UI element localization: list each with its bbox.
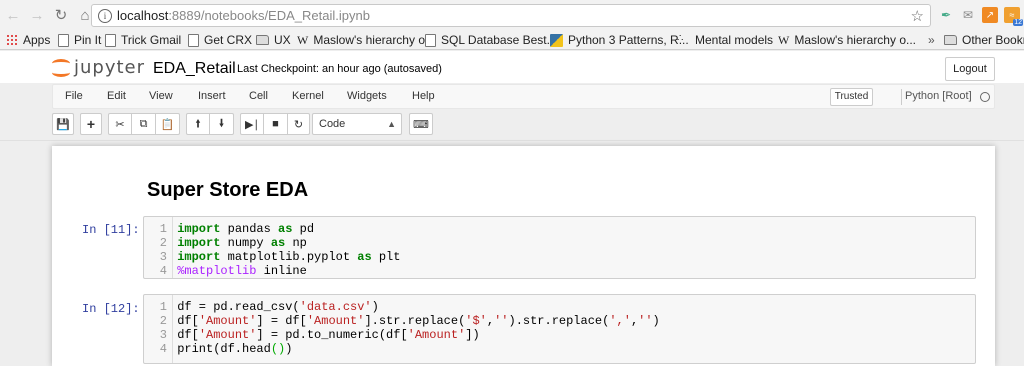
wikipedia-icon: W <box>778 32 790 47</box>
menu-insert[interactable]: Insert <box>198 90 226 102</box>
code-line: 2 import numpy as np <box>159 236 307 250</box>
logout-button[interactable]: Logout <box>945 57 995 81</box>
cell-type-select[interactable]: Code ▲ <box>312 113 402 135</box>
code-line: 3 import matplotlib.pyplot as plt <box>159 250 401 264</box>
mail-extension-icon[interactable]: ✉ <box>960 7 976 23</box>
trusted-indicator[interactable]: Trusted <box>830 88 873 106</box>
dots-icon: ∴ <box>677 32 684 44</box>
jupyter-logo-text: jupyter <box>74 57 146 78</box>
cell-prompt: In [12]: <box>82 302 140 316</box>
bookmarks-overflow-button[interactable]: » <box>928 32 935 48</box>
apps-grid-icon <box>6 34 18 46</box>
menu-edit[interactable]: Edit <box>107 90 126 102</box>
bookmark-label: Other Bookm <box>962 33 1024 47</box>
code-cell[interactable]: 1 import pandas as pd 2 import numpy as … <box>143 216 976 279</box>
menu-kernel[interactable]: Kernel <box>292 90 324 102</box>
code-line: 4 %matplotlib inline <box>159 264 307 278</box>
jupyter-logo[interactable]: jupyter <box>52 57 145 78</box>
url-host: localhost <box>117 8 169 23</box>
python-icon <box>550 33 563 47</box>
bookmark-mental-models[interactable]: ∴ Mental models <box>677 32 773 48</box>
bookmark-sql-database[interactable]: SQL Database Best... <box>425 32 557 48</box>
bookmark-label: UX <box>274 33 291 47</box>
code-line: 3 df['Amount'] = pd.to_numeric(df['Amoun… <box>159 328 480 342</box>
code-line: 2 df['Amount'] = df['Amount'].str.replac… <box>159 314 660 328</box>
jupyter-logo-icon <box>52 58 70 78</box>
bookmark-python-patterns[interactable]: Python 3 Patterns, R... <box>550 32 689 48</box>
copy-icon[interactable]: ⧉ <box>132 113 156 135</box>
bookmark-label: Maslow's hierarchy o... <box>313 33 435 47</box>
page-icon <box>188 33 199 47</box>
bookmark-trick-gmail[interactable]: Trick Gmail <box>105 32 181 48</box>
select-caret-icon: ▲ <box>387 119 396 129</box>
cell-type-value: Code <box>319 118 346 130</box>
cut-icon[interactable]: ✂ <box>108 113 132 135</box>
cell-prompt: In [11]: <box>82 223 140 237</box>
extension-badge: 12 <box>1013 19 1023 26</box>
interrupt-icon[interactable]: ■ <box>264 113 288 135</box>
page-icon <box>105 33 116 47</box>
bookmark-label: Mental models <box>695 33 774 47</box>
menu-file[interactable]: File <box>65 90 83 102</box>
page-icon <box>58 33 69 47</box>
bookmark-pin-it[interactable]: Pin It <box>58 32 101 48</box>
back-arrow-icon[interactable]: ← <box>2 4 24 26</box>
rss-extension-icon[interactable]: 12 ≈ <box>1004 7 1023 26</box>
code-line: 1 df = pd.read_csv('data.csv') <box>159 300 379 314</box>
bookmark-label: Apps <box>23 33 51 47</box>
jupyter-header: jupyter EDA_Retail Last Checkpoint: an h… <box>0 51 1024 83</box>
bookmark-get-crx[interactable]: Get CRX <box>188 32 252 48</box>
bookmark-other-bookmarks[interactable]: Other Bookm <box>944 32 1024 48</box>
notebook-toolbar: 💾 + ✂ ⧉ 📋 🠙 🠛 ▶∣ ■ ↻ Code ▲ ⌨ <box>52 113 995 137</box>
bookmark-label: Get CRX <box>204 33 253 47</box>
bookmark-maslow-2[interactable]: W Maslow's hierarchy o... <box>778 32 916 48</box>
eyedropper-extension-icon[interactable]: ✒ <box>938 7 954 23</box>
folder-icon <box>256 35 269 45</box>
forward-arrow-icon[interactable]: → <box>26 4 48 26</box>
address-bar[interactable]: i localhost:8889/notebooks/EDA_Retail.ip… <box>91 4 931 27</box>
url-path: :8889/notebooks/EDA_Retail.ipynb <box>168 8 370 23</box>
menu-view[interactable]: View <box>149 90 173 102</box>
restart-icon[interactable]: ↻ <box>288 113 310 135</box>
kernel-idle-icon <box>980 92 990 102</box>
bookmark-label: Python 3 Patterns, R... <box>568 33 689 47</box>
reload-icon[interactable]: ↻ <box>50 4 72 26</box>
save-icon[interactable]: 💾 <box>52 113 74 135</box>
menubar: File Edit View Insert Cell Kernel Widget… <box>52 84 995 109</box>
code-line: 1 import pandas as pd <box>159 222 315 236</box>
bookmark-star-icon[interactable]: ☆ <box>911 7 924 25</box>
menu-cell[interactable]: Cell <box>249 90 268 102</box>
bookmarks-bar: Apps Pin It Trick Gmail Get CRX UX W Masl… <box>0 30 1024 50</box>
insert-cell-below-icon[interactable]: + <box>80 113 102 135</box>
code-line: 4 print(df.head()) <box>159 342 293 356</box>
chart-extension-icon[interactable]: ↗ <box>982 7 998 23</box>
kernel-name: Python [Root] <box>905 90 972 102</box>
bookmark-apps[interactable]: Apps <box>6 32 50 48</box>
notebook-container: Super Store EDA In [11]: 1 import pandas… <box>52 146 995 366</box>
browser-toolbar: ← → ↻ ⌂ i localhost:8889/notebooks/EDA_R… <box>0 0 1024 30</box>
bookmark-folder-ux[interactable]: UX <box>256 32 291 48</box>
code-cell[interactable]: 1 df = pd.read_csv('data.csv') 2 df['Amo… <box>143 294 976 364</box>
kernel-divider <box>901 89 902 105</box>
paste-icon[interactable]: 📋 <box>156 113 180 135</box>
bookmark-label: Pin It <box>74 33 102 47</box>
bookmark-label: Maslow's hierarchy o... <box>794 33 916 47</box>
wikipedia-icon: W <box>297 32 309 47</box>
run-cell-icon[interactable]: ▶∣ <box>240 113 264 135</box>
notebook-name[interactable]: EDA_Retail <box>153 60 236 78</box>
folder-icon <box>944 35 957 45</box>
bookmark-label: Trick Gmail <box>121 33 182 47</box>
page-icon <box>425 33 436 47</box>
move-up-icon[interactable]: 🠙 <box>186 113 210 135</box>
markdown-heading[interactable]: Super Store EDA <box>147 179 308 202</box>
menu-widgets[interactable]: Widgets <box>347 90 387 102</box>
checkpoint-status: Last Checkpoint: an hour ago (autosaved) <box>237 63 442 75</box>
header-divider <box>0 140 1024 141</box>
info-icon[interactable]: i <box>98 8 112 23</box>
bookmark-label: SQL Database Best... <box>441 33 557 47</box>
bookmark-maslow-1[interactable]: W Maslow's hierarchy o... <box>297 32 435 48</box>
move-down-icon[interactable]: 🠛 <box>210 113 234 135</box>
command-palette-icon[interactable]: ⌨ <box>409 113 433 135</box>
menu-help[interactable]: Help <box>412 90 435 102</box>
